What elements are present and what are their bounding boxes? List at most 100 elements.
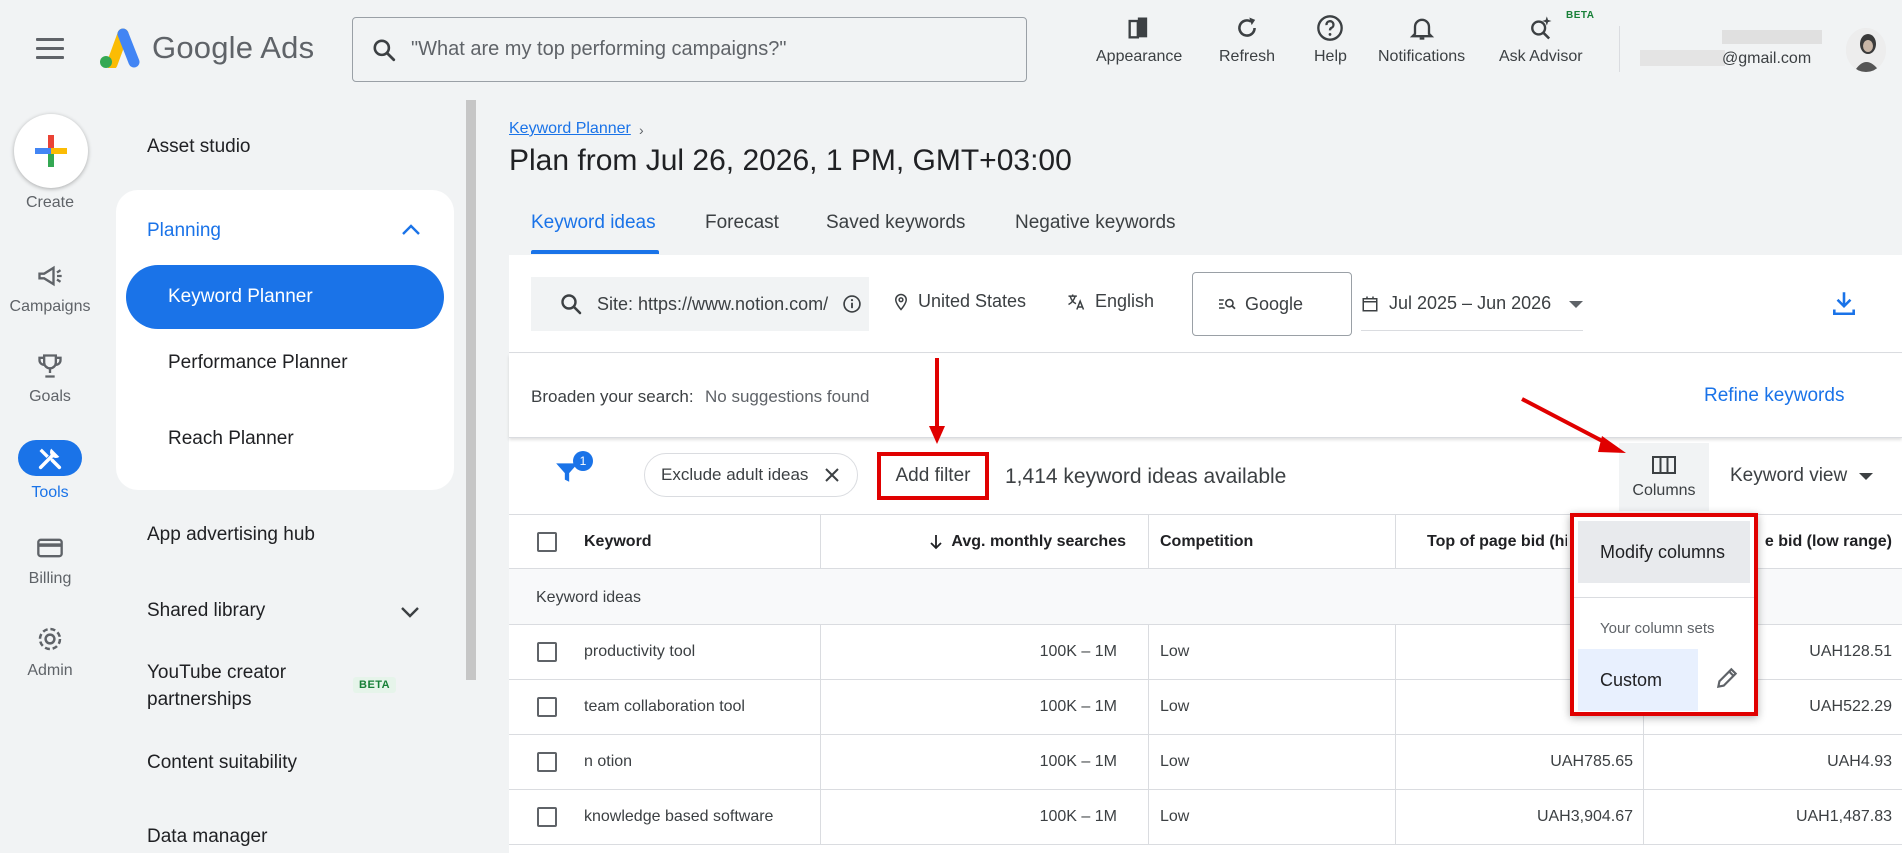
rail-label-billing: Billing <box>28 570 72 587</box>
broaden-label: Broaden your search: <box>531 387 694 406</box>
location-value: United States <box>918 291 1027 311</box>
refresh-button[interactable]: Refresh <box>1219 14 1275 66</box>
nav-item-reach-planner[interactable]: Reach Planner <box>168 428 294 450</box>
nav-item-data-manager[interactable]: Data manager <box>147 826 267 848</box>
nav-item-content-suitability[interactable]: Content suitability <box>147 752 297 774</box>
column-divider <box>1395 515 1396 568</box>
row-checkbox[interactable] <box>537 752 557 772</box>
refine-keywords-button[interactable]: Refine keywords <box>1704 385 1844 407</box>
keyword-view-selector[interactable]: Keyword view <box>1730 465 1874 487</box>
rail-item-billing[interactable]: Billing <box>0 534 100 588</box>
modify-columns-item[interactable]: Modify columns <box>1578 521 1750 583</box>
column-divider <box>1148 625 1149 679</box>
location-selector[interactable]: United States <box>892 291 1026 312</box>
network-selector[interactable]: Google <box>1192 272 1352 336</box>
chevron-up-icon[interactable] <box>400 222 422 238</box>
menu-divider <box>1574 597 1754 598</box>
appearance-icon <box>1128 17 1148 39</box>
cell-keyword: productivity tool <box>584 643 696 660</box>
app-name: Google Ads <box>152 30 315 65</box>
row-checkbox[interactable] <box>537 697 557 717</box>
avatar[interactable] <box>1846 28 1886 72</box>
nav-item-youtube-line2[interactable]: partnerships <box>147 689 252 711</box>
add-filter-label: Add filter <box>895 465 971 486</box>
planning-header[interactable]: Planning <box>147 220 221 242</box>
create-button[interactable] <box>14 114 88 188</box>
add-filter-button[interactable]: Add filter <box>877 452 989 500</box>
breadcrumb[interactable]: Keyword Planner <box>509 120 631 138</box>
rail-label-campaigns: Campaigns <box>9 298 91 315</box>
location-pin-icon <box>894 293 908 311</box>
broaden-value: No suggestions found <box>705 387 870 406</box>
info-icon[interactable] <box>842 294 862 314</box>
language-selector[interactable]: English <box>1065 291 1154 312</box>
column-divider <box>820 625 821 679</box>
tab-negative-keywords[interactable]: Negative keywords <box>1015 212 1176 234</box>
nav-item-app-hub[interactable]: App advertising hub <box>147 524 315 546</box>
header-avg-monthly-searches[interactable]: Avg. monthly searches <box>839 515 1126 569</box>
search-box[interactable] <box>352 17 1027 82</box>
nav-item-asset-studio[interactable]: Asset studio <box>147 136 251 158</box>
cell-competition: Low <box>1160 808 1190 825</box>
account-info[interactable]: @gmail.com <box>1640 30 1825 70</box>
cell-top-low: UAH1,487.83 <box>1795 808 1892 825</box>
header-competition[interactable]: Competition <box>1160 515 1253 569</box>
nav-scrollbar[interactable] <box>466 100 476 680</box>
chevron-down-icon[interactable] <box>399 604 421 620</box>
download-icon[interactable] <box>1831 289 1857 317</box>
bell-icon <box>1409 18 1434 40</box>
search-input[interactable] <box>411 38 991 61</box>
column-divider <box>820 735 821 789</box>
cell-searches: 100K – 1M <box>1039 643 1117 660</box>
tabs: Keyword ideas Forecast Saved keywords Ne… <box>509 200 1902 254</box>
header-top-of-page-bid-high[interactable]: Top of page bid (hig <box>1427 515 1567 569</box>
pencil-icon[interactable] <box>1714 665 1740 691</box>
tab-forecast[interactable]: Forecast <box>705 212 779 234</box>
google-ads-logo[interactable]: Google Ads <box>98 28 314 68</box>
table-row[interactable]: knowledge based software 100K – 1M Low U… <box>509 790 1902 845</box>
tab-saved-keywords[interactable]: Saved keywords <box>826 212 965 234</box>
ask-advisor-button[interactable]: Ask Advisor <box>1499 14 1583 66</box>
advisor-beta-badge: BETA <box>1566 10 1595 21</box>
tab-keyword-ideas[interactable]: Keyword ideas <box>531 212 656 234</box>
nav-item-youtube-line1[interactable]: YouTube creator <box>147 662 286 684</box>
rail-item-tools[interactable]: Tools <box>0 440 100 502</box>
site-input[interactable]: Site: https://www.notion.com/ <box>531 277 869 331</box>
columns-button[interactable]: Columns <box>1619 443 1709 511</box>
nav-panel: Asset studio Planning Keyword Planner Pe… <box>100 100 480 853</box>
nav-item-performance-planner[interactable]: Performance Planner <box>168 352 348 374</box>
rail-label-admin: Admin <box>27 662 73 679</box>
appearance-button[interactable]: Appearance <box>1096 14 1182 66</box>
nav-item-keyword-planner[interactable]: Keyword Planner <box>126 265 444 329</box>
row-checkbox[interactable] <box>537 807 557 827</box>
date-range-selector[interactable]: Jul 2025 – Jun 2026 <box>1361 277 1583 331</box>
exclude-adult-chip[interactable]: Exclude adult ideas <box>644 453 858 497</box>
advisor-icon <box>1530 16 1552 40</box>
search-icon <box>373 38 396 61</box>
columns-icon <box>1652 456 1676 474</box>
column-sets-label: Your column sets <box>1600 620 1715 637</box>
ask-advisor-label: Ask Advisor <box>1499 48 1583 65</box>
select-all-checkbox[interactable] <box>537 532 557 552</box>
rail-item-goals[interactable]: Goals <box>0 352 100 406</box>
cell-keyword: n otion <box>584 753 633 770</box>
plus-icon <box>35 135 67 167</box>
header-keyword[interactable]: Keyword <box>584 515 652 569</box>
close-icon[interactable] <box>824 467 840 483</box>
column-divider <box>1395 680 1396 734</box>
cell-keyword: knowledge based software <box>584 808 774 825</box>
tools-icon <box>38 448 62 470</box>
custom-column-set-item[interactable]: Custom <box>1578 649 1698 711</box>
column-divider <box>1148 790 1149 844</box>
custom-label: Custom <box>1600 669 1663 690</box>
column-divider <box>1148 515 1149 568</box>
caret-down-icon <box>1859 472 1874 480</box>
help-button[interactable]: Help <box>1314 14 1347 66</box>
row-checkbox[interactable] <box>537 642 557 662</box>
menu-icon[interactable] <box>36 38 64 60</box>
nav-item-shared-library[interactable]: Shared library <box>147 600 265 622</box>
notifications-button[interactable]: Notifications <box>1378 14 1465 66</box>
table-row[interactable]: n otion 100K – 1M Low UAH785.65 UAH4.93 <box>509 735 1902 790</box>
rail-item-admin[interactable]: Admin <box>0 624 100 680</box>
rail-item-campaigns[interactable]: Campaigns <box>0 262 100 316</box>
